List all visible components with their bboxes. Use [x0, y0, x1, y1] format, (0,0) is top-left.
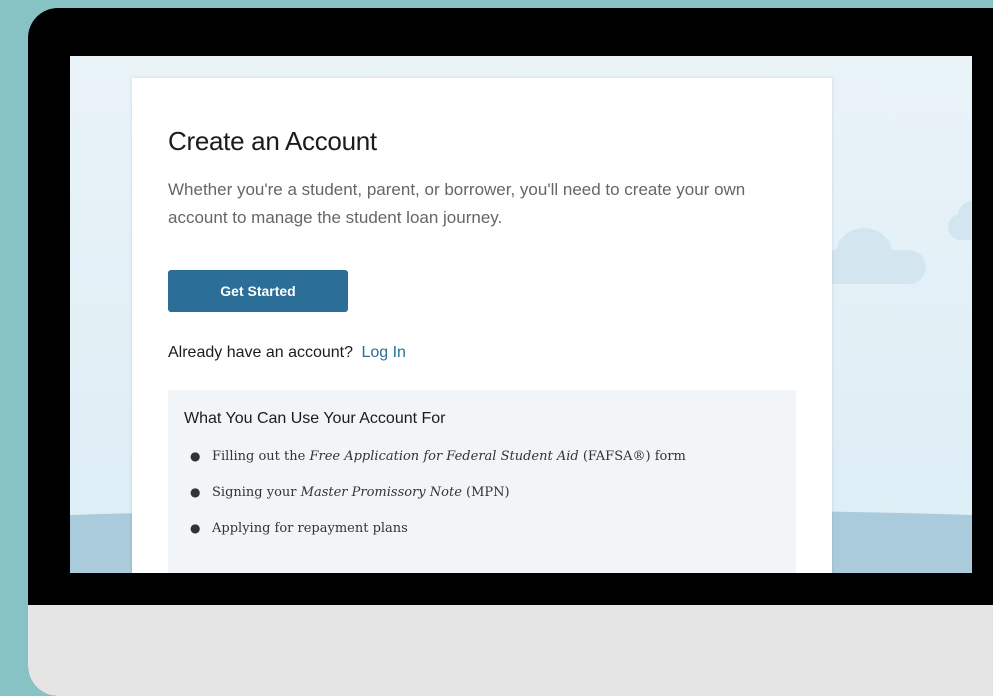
login-prompt-text: Already have an account?	[168, 344, 354, 361]
account-uses-heading: What You Can Use Your Account For	[184, 410, 446, 427]
bullet-icon: ●	[190, 449, 201, 463]
browser-viewport: Create an Account Whether you're a stude…	[70, 56, 972, 573]
account-uses-panel: What You Can Use Your Account For ● Filli…	[168, 390, 796, 573]
list-item: ● Signing your Master Promissory Note (MP…	[190, 478, 686, 514]
get-started-button[interactable]: Get Started	[168, 270, 348, 312]
login-prompt-line: Already have an account? Log In	[168, 344, 406, 362]
create-account-card: Create an Account Whether you're a stude…	[132, 78, 832, 573]
intro-description: Whether you're a student, parent, or bor…	[168, 180, 746, 227]
cloud-illustration	[948, 200, 972, 240]
cloud-illustration	[816, 228, 926, 284]
bullet-icon: ●	[190, 485, 201, 499]
monitor-chin	[28, 605, 993, 696]
bullet-icon: ●	[190, 521, 201, 535]
list-item: ● Applying for repayment plans	[190, 514, 686, 550]
account-uses-list: ● Filling out the Free Application for Fe…	[190, 442, 686, 550]
page-title: Create an Account	[168, 126, 377, 156]
monitor-frame: Create an Account Whether you're a stude…	[28, 8, 993, 696]
list-item: ● Filling out the Free Application for Fe…	[190, 442, 686, 478]
login-link[interactable]: Log In	[361, 344, 405, 361]
